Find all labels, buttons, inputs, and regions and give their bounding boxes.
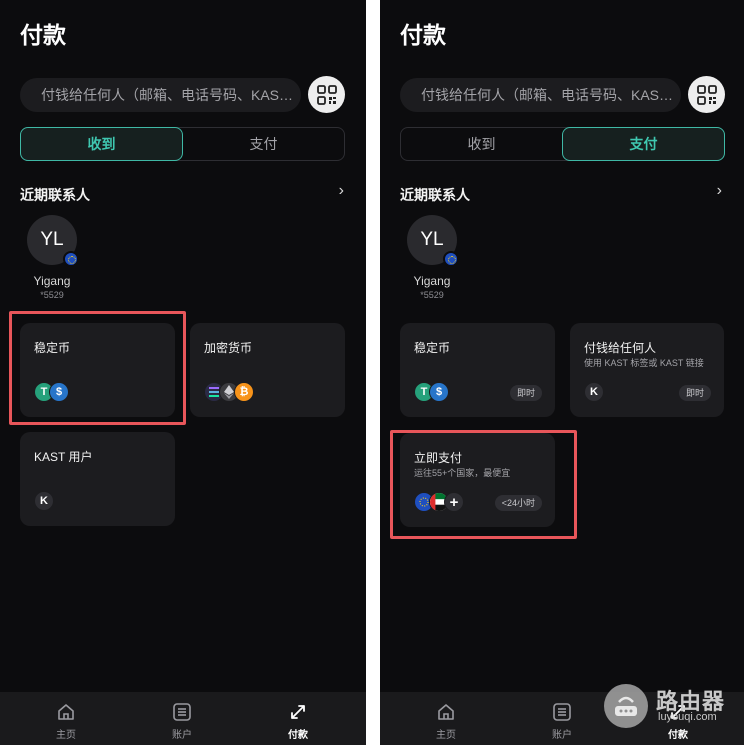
router-logo-icon: [604, 684, 648, 728]
tab-label: 付款: [668, 730, 688, 741]
contact-avatar[interactable]: YL: [407, 215, 459, 267]
home-icon: [438, 704, 454, 720]
tab-account[interactable]: 账户: [152, 702, 212, 741]
qr-code-button[interactable]: [688, 76, 725, 113]
qr-code-icon: [316, 84, 337, 105]
receive-pay-segment: 收到 支付: [20, 127, 345, 161]
search-input[interactable]: 付钱给任何人（邮箱、电话号码、KAST ID）: [400, 78, 681, 112]
list-icon: [173, 703, 191, 721]
card-title: KAST 用户: [34, 450, 93, 464]
card-subtitle: 使用 KAST 标签或 KAST 链接: [584, 358, 704, 368]
pay-screen: 付款 付钱给任何人（邮箱、电话号码、KAST ID） 收到 支付 近期联系人 ›…: [380, 0, 744, 745]
receive-pay-segment: 收到 支付: [400, 127, 725, 161]
contact-avatar[interactable]: YL: [27, 215, 79, 267]
card-icons: T $: [414, 381, 449, 403]
tab-label: 账户: [552, 730, 572, 741]
watermark: 路由器 luyouqi.com: [604, 684, 744, 728]
card-crypto[interactable]: 加密货币 ₿: [190, 323, 345, 417]
bitcoin-icon: ₿: [234, 382, 254, 402]
recent-contacts-title: 近期联系人: [20, 187, 90, 203]
recent-contacts-arrow[interactable]: ›: [339, 182, 344, 200]
tab-receive[interactable]: 收到: [400, 127, 563, 161]
receive-screen: 付款 付钱给任何人（邮箱、电话号码、KAST ID） 收到 支付 近期联系人 ›…: [0, 0, 366, 745]
card-title: 付钱给任何人: [584, 341, 657, 355]
tab-label: 付款: [288, 730, 308, 741]
tab-account[interactable]: 账户: [532, 702, 592, 741]
home-icon: [58, 704, 74, 720]
card-pay-anyone[interactable]: 付钱给任何人 使用 KAST 标签或 KAST 链接 K 即时: [570, 323, 724, 417]
search-input[interactable]: 付钱给任何人（邮箱、电话号码、KAST ID）: [20, 78, 301, 112]
usdc-icon: $: [429, 382, 449, 402]
contact-account: *5529: [420, 290, 444, 300]
transfer-arrows-icon: [291, 705, 305, 719]
recent-contacts-arrow[interactable]: ›: [717, 182, 722, 200]
tab-pay[interactable]: 支付: [182, 127, 345, 161]
kast-icon: K: [34, 491, 54, 511]
highlight-box: [390, 430, 577, 539]
recent-contacts-title: 近期联系人: [400, 187, 470, 203]
highlight-box: [9, 311, 186, 425]
contact-name: Yigang: [413, 274, 451, 288]
qr-code-icon: [696, 84, 717, 105]
kast-icon: K: [584, 382, 604, 402]
eu-flag-icon: [443, 251, 459, 267]
tab-label: 账户: [172, 730, 192, 741]
contact-account: *5529: [40, 290, 64, 300]
qr-code-button[interactable]: [308, 76, 345, 113]
card-icons: ₿: [204, 381, 254, 403]
card-icons: K: [34, 490, 54, 512]
tab-receive[interactable]: 收到: [20, 127, 183, 161]
bottom-tab-bar: 主页 账户 付款: [0, 692, 366, 745]
contact-name: Yigang: [33, 274, 71, 288]
card-stablecoin[interactable]: 稳定币 T $ 即时: [400, 323, 555, 417]
card-title: 加密货币: [204, 341, 253, 355]
tab-pay[interactable]: 支付: [562, 127, 725, 161]
tab-label: 主页: [436, 730, 456, 741]
tab-home[interactable]: 主页: [36, 702, 96, 741]
tab-label: 主页: [56, 730, 76, 741]
speed-badge: 即时: [678, 385, 711, 401]
page-title: 付款: [400, 22, 446, 48]
eu-flag-icon: [63, 251, 79, 267]
tab-home[interactable]: 主页: [416, 702, 476, 741]
card-kast-user[interactable]: KAST 用户 K: [20, 432, 175, 526]
speed-badge: 即时: [509, 385, 542, 401]
avatar-initials: YL: [40, 229, 64, 250]
page-title: 付款: [20, 22, 66, 48]
tab-payment[interactable]: 付款: [268, 702, 328, 741]
card-icons: K: [584, 381, 604, 403]
avatar-initials: YL: [420, 229, 444, 250]
card-title: 稳定币: [414, 341, 451, 355]
watermark-url: luyouqi.com: [658, 711, 717, 723]
list-icon: [553, 703, 571, 721]
